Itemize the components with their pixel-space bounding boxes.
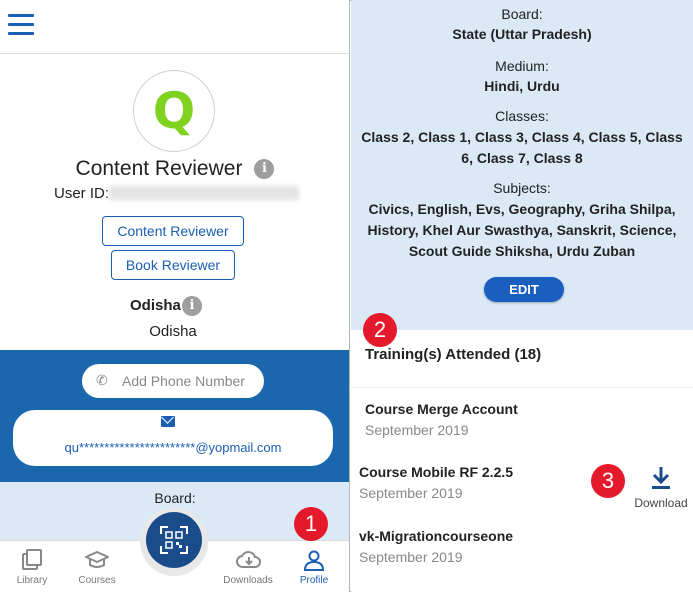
download-icon [652, 467, 670, 489]
state-info-icon[interactable]: i [182, 296, 202, 316]
course-title[interactable]: Course Mobile RF 2.2.5 [359, 464, 513, 480]
graduation-cap-icon [85, 551, 109, 568]
profile-screen-left: Q Content Reviewer i User ID: Content Rev… [0, 0, 350, 592]
email-icon [161, 416, 175, 427]
nav-downloads[interactable]: Downloads [218, 541, 278, 592]
qr-scan-button[interactable] [146, 512, 202, 568]
top-app-bar [0, 0, 349, 54]
email-field[interactable]: qu***********************@yopmail.com [13, 410, 333, 466]
profile-name-text: Content Reviewer [75, 157, 243, 180]
nav-courses-label: Courses [78, 575, 116, 586]
user-id-value-redacted [109, 186, 300, 200]
download-label: Download [634, 496, 688, 510]
add-phone-label: Add Phone Number [122, 373, 245, 389]
divider [351, 387, 693, 388]
medium-label: Medium: [495, 58, 549, 74]
qr-scan-icon [160, 526, 188, 554]
add-phone-button[interactable]: ✆ Add Phone Number [82, 364, 264, 398]
annotation-marker-2: 2 [363, 313, 397, 347]
board-label-right: Board: [501, 6, 543, 22]
board-value: State (Uttar Pradesh) [452, 26, 592, 42]
course-date: September 2019 [365, 422, 469, 438]
role-content-reviewer-button[interactable]: Content Reviewer [102, 216, 244, 246]
nav-library[interactable]: Library [2, 541, 62, 592]
library-icon [22, 549, 42, 570]
nav-downloads-label: Downloads [223, 575, 273, 586]
nav-profile[interactable]: Profile [284, 541, 344, 592]
email-value: qu***********************@yopmail.com [64, 440, 282, 455]
state-value: Odisha [149, 323, 197, 340]
board-label: Board: [154, 490, 196, 506]
profile-details-panel: Board: State (Uttar Pradesh) Medium: Hin… [351, 0, 693, 330]
classes-label: Classes: [495, 108, 549, 124]
course-date: September 2019 [359, 549, 463, 565]
cloud-download-icon [236, 551, 261, 568]
avatar-letter: Q [152, 82, 196, 140]
annotation-marker-1: 1 [294, 507, 328, 541]
course-date: September 2019 [359, 485, 463, 501]
course-title[interactable]: Course Merge Account [365, 401, 518, 417]
state-label: Odisha [130, 297, 181, 314]
trainings-heading: Training(s) Attended (18) [365, 346, 542, 363]
user-id: User ID: [54, 185, 300, 202]
profile-screen-right: Board: State (Uttar Pradesh) Medium: Hin… [351, 0, 693, 592]
subjects-value: Civics, English, Evs, Geography, Griha S… [367, 201, 677, 259]
phone-icon: ✆ [96, 372, 108, 388]
nav-profile-label: Profile [299, 575, 329, 586]
download-certificate-button[interactable]: Download [632, 466, 690, 512]
subjects-label: Subjects: [493, 180, 551, 196]
edit-button[interactable]: EDIT [484, 277, 564, 302]
hamburger-menu-icon[interactable] [8, 14, 34, 36]
role-book-reviewer-button[interactable]: Book Reviewer [111, 250, 235, 280]
profile-name: Content Reviewer i [0, 157, 349, 181]
classes-value: Class 2, Class 1, Class 3, Class 4, Clas… [361, 129, 683, 166]
info-icon[interactable]: i [254, 159, 275, 179]
nav-courses[interactable]: Courses [67, 541, 127, 592]
course-title[interactable]: vk-Migrationcourseone [359, 528, 513, 544]
annotation-marker-3: 3 [591, 464, 625, 498]
user-id-label: User ID: [54, 185, 110, 202]
person-icon [303, 550, 325, 571]
avatar: Q [133, 70, 215, 152]
nav-library-label: Library [16, 575, 48, 586]
medium-value: Hindi, Urdu [484, 78, 560, 94]
